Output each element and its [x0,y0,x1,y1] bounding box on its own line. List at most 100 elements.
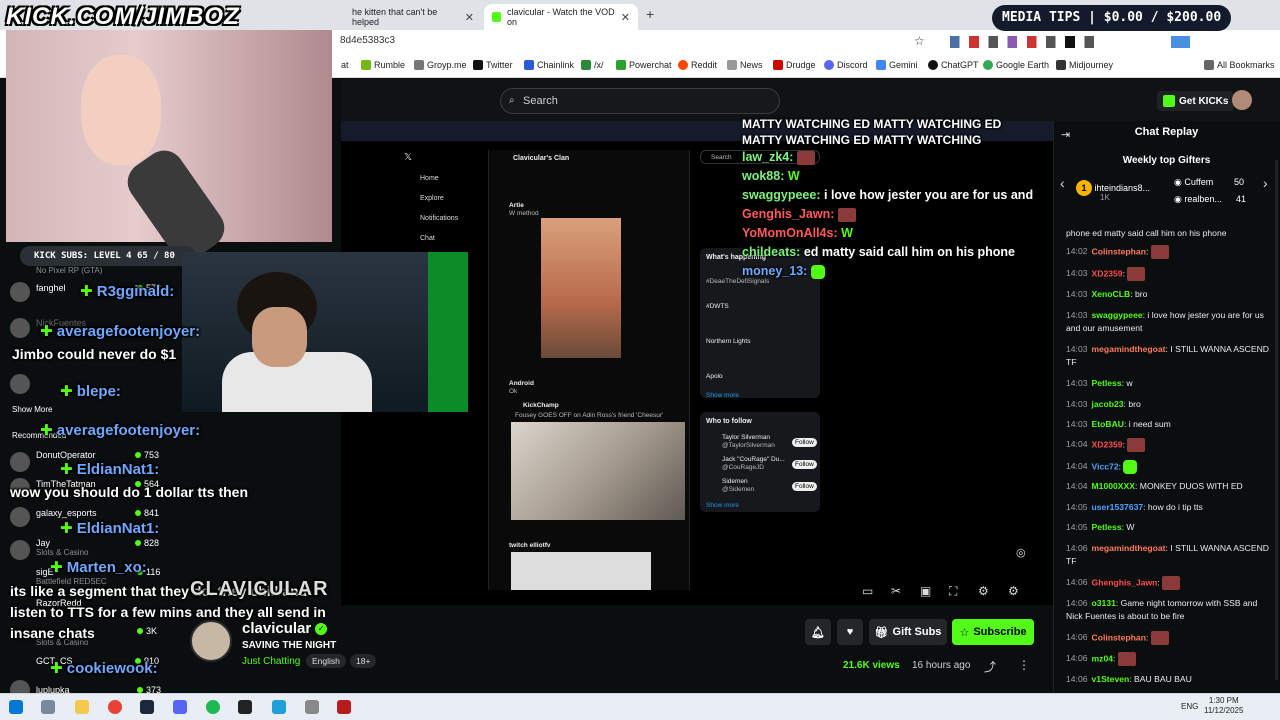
channel-avatar[interactable] [10,374,30,394]
channel-avatar[interactable] [10,507,30,527]
all-bookmarks[interactable]: All Bookmarks [1204,60,1275,70]
channel-avatar[interactable] [190,620,232,662]
follow-button[interactable]: Follow [792,482,817,491]
close-icon[interactable]: ✕ [465,11,474,24]
message-username[interactable]: Ghenghis_Jawn [1092,577,1158,587]
message-username[interactable]: jacob23 [1092,399,1124,409]
fullscreen-icon[interactable]: ⛶ [949,584,957,599]
subscribe-button[interactable]: ☆ Subscribe [952,619,1034,645]
bookmark[interactable]: Drudge [773,60,816,70]
follow-button[interactable]: Follow [792,438,817,447]
message-username[interactable]: Colinstephan [1092,632,1146,642]
task-view-icon[interactable] [41,700,55,714]
gear-icon[interactable]: ⚙ [1008,584,1019,598]
share-icon[interactable]: ⤴ [984,658,996,675]
message-username[interactable]: M1000XXX [1092,481,1135,491]
steam-icon[interactable] [140,700,154,714]
message-username[interactable]: XenoCLB [1092,289,1131,299]
spotify-icon[interactable] [206,700,220,714]
language-indicator[interactable]: ENG [1181,702,1198,711]
bookmark[interactable]: Google Earth [983,60,1049,70]
notification-bell-button[interactable]: 🔔︎ [805,619,831,645]
bookmark[interactable]: ChatGPT [928,60,979,70]
close-icon[interactable]: ✕ [621,11,630,24]
message-username[interactable]: mz04 [1092,653,1114,663]
message-username[interactable]: Petless [1092,378,1122,388]
channel-avatar[interactable] [10,282,30,302]
bookmark[interactable]: Rumble [361,60,405,70]
gifter[interactable]: ◉ Cuffem 50 [1174,177,1244,188]
follow-heart-button[interactable]: ♥ [837,619,863,645]
theater-icon[interactable]: ▭ [862,584,873,598]
new-tab-icon[interactable]: + [646,6,654,22]
message-username[interactable]: Vicc72 [1092,461,1119,471]
message-username[interactable]: o3131 [1092,598,1116,608]
chevron-left-icon[interactable]: ‹ [1060,175,1065,191]
terminal-icon[interactable] [238,700,252,714]
channel-avatar[interactable] [10,318,30,338]
message-username[interactable]: megamindthegoat [1092,344,1166,354]
message-username[interactable]: EtoBAU [1092,419,1124,429]
message-username[interactable]: XD2359 [1092,439,1123,449]
post-video-thumbnail[interactable] [511,422,685,520]
message-username[interactable]: Petless [1092,522,1122,532]
get-kicks-button[interactable]: Get KICKs [1157,91,1235,111]
app-icon[interactable] [305,700,319,714]
chat-scrollbar[interactable] [1275,160,1278,680]
bookmark[interactable]: Reddit [678,60,717,70]
chevron-right-icon[interactable]: › [1263,175,1268,191]
discord-icon[interactable] [173,700,187,714]
system-clock[interactable]: 1:30 PM 11/12/2025 [1204,696,1243,716]
bookmark[interactable]: /x/ [581,60,604,70]
telegram-icon[interactable] [272,700,286,714]
channel-avatar[interactable] [10,452,30,472]
message-timestamp: 14:03 [1066,399,1088,409]
channel-avatar[interactable] [10,540,30,560]
settings-icon[interactable]: ⚙ [978,584,989,598]
file-explorer-icon[interactable] [75,700,89,714]
gift-subs-button[interactable]: 🎁︎ Gift Subs [869,619,947,645]
bookmark[interactable]: Discord [824,60,868,70]
follow-button[interactable]: Follow [792,460,817,469]
bookmark[interactable]: Chainlink [524,60,574,70]
bookmark[interactable]: Midjourney [1056,60,1113,70]
message-username[interactable]: Colinstephan [1092,246,1146,256]
bookmark[interactable]: Powerchat [616,60,672,70]
bookmark[interactable]: Twitter [473,60,513,70]
channel-name[interactable]: clavicular ✓ [242,620,328,637]
message-text: bro [1128,399,1141,409]
message-username[interactable]: v1Steven [1092,674,1130,684]
sidebar-channel[interactable]: fanghel [36,283,66,293]
more-icon[interactable]: ⋮ [1018,658,1030,672]
chrome-icon[interactable] [108,700,122,714]
bookmark[interactable]: Gemini [876,60,918,70]
message-username[interactable]: swaggypeee [1092,310,1143,320]
bookmark[interactable]: News [727,60,763,70]
gifter[interactable]: ◉ realben... 41 [1174,194,1246,205]
tag-mature[interactable]: 18+ [350,654,377,668]
sidebar-channel[interactable]: Jay Slots & Casino [36,538,88,557]
extensions-icon[interactable] [950,36,1190,48]
message-username[interactable]: XD2359 [1092,268,1123,278]
clip-icon[interactable]: ✂ [891,584,901,598]
top-gifter[interactable]: 1 ihteindians8... 1K [1076,180,1150,202]
star-icon[interactable]: ☆ [914,34,925,48]
user-avatar[interactable] [1232,90,1252,110]
sidebar-channel[interactable]: DonutOperator [36,450,96,460]
app-icon[interactable] [337,700,351,714]
search-input[interactable]: ⌕ Search [500,88,780,114]
message-username[interactable]: user1537637 [1092,502,1144,512]
pip-icon[interactable]: ◎ [1016,546,1026,559]
miniplayer-icon[interactable]: ▣ [920,584,931,598]
sidebar-channel[interactable]: galaxy_esports [36,508,97,518]
bookmark[interactable]: Groyp.me [414,60,467,70]
url-text[interactable]: 8d4e5383c3 [340,35,395,46]
message-username[interactable]: megamindthegoat [1092,543,1166,553]
browser-tab[interactable]: he kitten that can't be helped ✕ [344,4,482,30]
tag-language[interactable]: English [306,654,346,668]
browser-tab-active[interactable]: clavicular - Watch the VOD on ✕ [484,4,638,30]
show-more-link[interactable]: Show More [12,405,52,414]
start-icon[interactable] [9,700,23,714]
category-link[interactable]: Just Chatting [242,656,300,667]
bookmark[interactable]: at [341,60,349,70]
